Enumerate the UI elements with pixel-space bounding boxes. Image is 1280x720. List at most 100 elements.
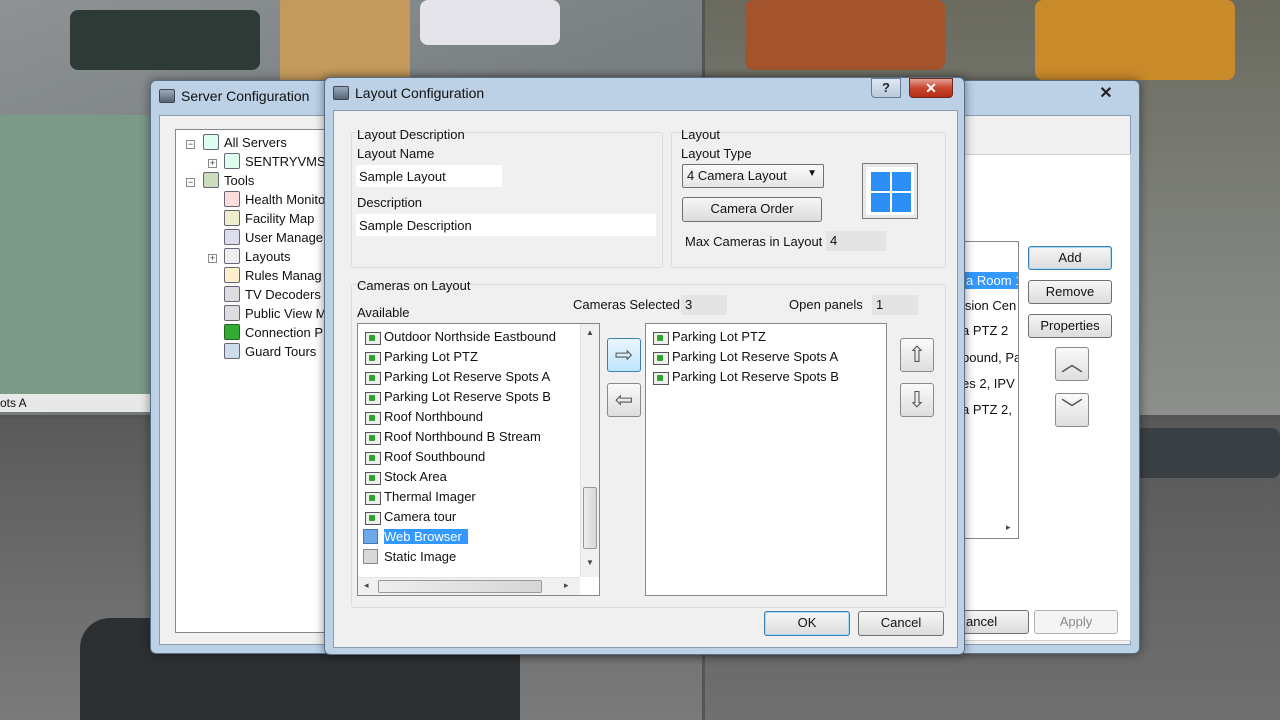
close-button[interactable]: ✕ (1081, 83, 1131, 105)
list-item[interactable]: Parking Lot Reserve Spots A (363, 367, 550, 387)
tree-item-label: TV Decoders (245, 287, 321, 302)
cancel-button[interactable]: Cancel (858, 611, 944, 636)
scroll-thumb[interactable] (378, 580, 542, 593)
tree-item-label: Health Monito (245, 192, 326, 207)
list-item[interactable]: a PTZ 2, (962, 402, 1012, 417)
arrow-left-icon: ⇦ (614, 387, 634, 412)
list-item[interactable]: Parking Lot Reserve Spots A (651, 347, 838, 367)
list-item[interactable]: Parking Lot PTZ (651, 327, 766, 347)
expand-icon[interactable]: + (208, 254, 217, 263)
move-up-button[interactable]: ⇧ (900, 338, 934, 372)
close-button[interactable]: ✕ (909, 78, 953, 98)
green-container (0, 115, 150, 395)
horizontal-scrollbar[interactable]: ◂ ▸ (358, 577, 580, 595)
list-item[interactable]: a Room 1 (964, 272, 1018, 289)
app-icon (333, 86, 349, 100)
list-item[interactable]: Camera tour (363, 507, 456, 527)
list-item[interactable]: Roof Northbound B Stream (363, 427, 541, 447)
list-item[interactable]: Outdoor Northside Eastbound (363, 327, 556, 347)
server-tree: − All Servers + SENTRYVMS − Tools Health… (175, 129, 335, 633)
parked-car (70, 10, 260, 70)
remove-button[interactable]: Remove (1028, 280, 1112, 304)
chevron-down-icon[interactable]: ﹀ (1055, 393, 1089, 427)
camera-icon (363, 329, 381, 345)
collapse-icon[interactable]: − (186, 178, 195, 187)
layout-list[interactable]: a Room 1 ision Cen a PTZ 2 bound, Pa es … (957, 241, 1019, 539)
scroll-left-icon[interactable]: ◂ (364, 580, 369, 591)
camera-order-button[interactable]: Camera Order (682, 197, 822, 222)
tree-item-label: SENTRYVMS (245, 154, 326, 169)
chevron-up-icon[interactable]: ︿ (1055, 347, 1089, 381)
list-item[interactable]: Parking Lot Reserve Spots B (363, 387, 551, 407)
tree-item-sentryvms[interactable]: SENTRYVMS (224, 153, 326, 172)
selected-cameras-list[interactable]: Parking Lot PTZ Parking Lot Reserve Spot… (645, 323, 887, 596)
list-item[interactable]: Parking Lot Reserve Spots B (651, 367, 839, 387)
layout-type-label: Layout Type (681, 146, 752, 161)
tree-item-label: Layouts (245, 249, 291, 264)
layout-type-dropdown[interactable]: 4 Camera Layout ▼ (682, 164, 824, 188)
list-item-label: Roof Northbound (384, 409, 484, 424)
expand-icon[interactable]: + (208, 159, 217, 168)
camera-feed-label: ots A (0, 394, 150, 412)
list-item[interactable]: Thermal Imager (363, 487, 476, 507)
list-item-selected[interactable]: Web Browser (363, 527, 468, 547)
camera-icon (363, 509, 381, 525)
tree-item-health-monitor[interactable]: Health Monito (224, 191, 325, 210)
max-cameras-value: 4 (826, 231, 886, 251)
list-item[interactable]: bound, Pa (962, 350, 1018, 365)
list-item[interactable]: Roof Southbound (363, 447, 485, 467)
list-item[interactable]: Parking Lot PTZ (363, 347, 478, 367)
tools-icon (203, 172, 219, 188)
scroll-right-icon[interactable]: ▸ (1006, 522, 1011, 533)
list-item[interactable]: Roof Northbound (363, 407, 483, 427)
list-item-label: Parking Lot PTZ (384, 349, 478, 364)
tree-item-layouts[interactable]: Layouts (224, 248, 291, 267)
list-item[interactable]: Stock Area (363, 467, 447, 487)
list-item-label: Outdoor Northside Eastbound (384, 329, 556, 344)
list-item[interactable]: es 2, IPV (962, 376, 1015, 391)
tree-item-guard-tours[interactable]: Guard Tours (224, 343, 316, 362)
four-grid-layout-icon (862, 163, 918, 219)
apply-button[interactable]: Apply (1034, 610, 1118, 634)
tree-item-all-servers[interactable]: All Servers (203, 134, 287, 153)
list-item[interactable]: ision Cen (962, 298, 1016, 313)
camera-icon (363, 349, 381, 365)
ok-button[interactable]: OK (764, 611, 850, 636)
map-icon (224, 210, 240, 226)
public-view-icon (224, 305, 240, 321)
tree-item-facility-map[interactable]: Facility Map (224, 210, 314, 229)
help-button[interactable]: ? (871, 78, 901, 98)
scroll-thumb[interactable] (583, 487, 597, 549)
list-item[interactable]: a PTZ 2 (962, 323, 1008, 338)
remove-from-layout-button[interactable]: ⇦ (607, 383, 641, 417)
description-field[interactable]: Sample Description (356, 214, 656, 236)
scroll-up-icon[interactable]: ▲ (586, 328, 594, 337)
list-item-label: Thermal Imager (384, 489, 476, 504)
white-van (420, 0, 560, 45)
scroll-down-icon[interactable]: ▼ (586, 558, 594, 567)
tree-item-rules-manager[interactable]: Rules Manag (224, 267, 322, 286)
tree-item-public-view[interactable]: Public View M (224, 305, 326, 324)
arrow-up-icon: ⇧ (907, 342, 927, 367)
cancel-button[interactable]: ancel (961, 610, 1029, 634)
arrow-right-icon: ⇨ (614, 342, 634, 367)
tree-item-tools[interactable]: Tools (203, 172, 254, 191)
move-down-button[interactable]: ⇩ (900, 383, 934, 417)
add-button[interactable]: Add (1028, 246, 1112, 270)
layout-name-field[interactable]: Sample Layout (356, 165, 502, 187)
server-icon (224, 153, 240, 169)
properties-button[interactable]: Properties (1028, 314, 1112, 338)
add-to-layout-button[interactable]: ⇨ (607, 338, 641, 372)
tree-item-user-manager[interactable]: User Manage (224, 229, 323, 248)
guard-icon (224, 343, 240, 359)
list-item[interactable]: Static Image (363, 547, 456, 567)
tree-item-tv-decoders[interactable]: TV Decoders (224, 286, 321, 305)
open-panels-value: 1 (872, 295, 918, 315)
scroll-right-icon[interactable]: ▸ (564, 580, 569, 591)
camera-icon (651, 369, 669, 385)
tree-item-connection[interactable]: Connection P (224, 324, 323, 343)
available-cameras-list[interactable]: Outdoor Northside Eastbound Parking Lot … (357, 323, 600, 596)
vertical-scrollbar[interactable]: ▲ ▼ (580, 324, 599, 577)
description-label: Description (357, 195, 423, 210)
collapse-icon[interactable]: − (186, 140, 195, 149)
